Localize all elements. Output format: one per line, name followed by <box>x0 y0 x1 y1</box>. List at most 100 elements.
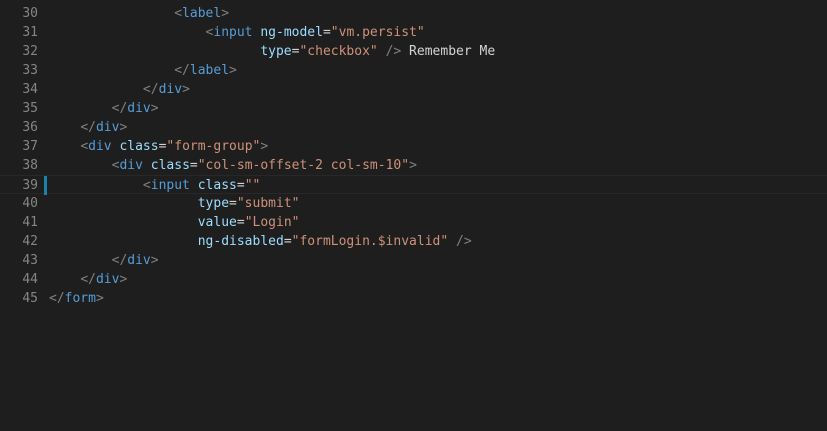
code-text[interactable]: </label> <box>49 61 237 80</box>
code-text[interactable]: </div> <box>49 99 159 118</box>
code-token: "Login" <box>244 215 300 230</box>
line-number: 38 <box>22 158 38 173</box>
code-text[interactable]: </div> <box>49 251 159 270</box>
code-token: div <box>95 120 120 135</box>
code-text[interactable]: ng-disabled="formLogin.$invalid" /> <box>49 232 472 251</box>
code-line[interactable]: 30 <label> <box>0 4 827 23</box>
code-token: class <box>119 139 159 154</box>
code-token: div <box>88 139 112 154</box>
code-text[interactable]: <div class="col-sm-offset-2 col-sm-10"> <box>49 156 417 175</box>
code-line[interactable]: 39 <input class="" <box>0 175 827 195</box>
code-token: = <box>322 25 331 40</box>
code-line[interactable]: 45 </form> <box>0 289 827 308</box>
code-token: > <box>150 253 159 268</box>
code-line[interactable]: 40 type="submit" <box>0 194 827 213</box>
code-text[interactable]: </div> <box>49 80 190 99</box>
code-token: div <box>127 101 151 116</box>
code-token: input <box>213 25 253 40</box>
code-text[interactable]: type="submit" <box>49 194 300 213</box>
code-token: > <box>119 120 128 135</box>
code-token: > <box>182 82 190 97</box>
line-number: 37 <box>22 139 38 154</box>
code-token: form <box>64 291 96 306</box>
code-token: > <box>95 291 104 306</box>
code-text[interactable]: value="Login" <box>49 213 300 232</box>
code-text[interactable]: <input ng-model="vm.persist" <box>49 23 425 42</box>
code-token: /> <box>456 234 472 249</box>
line-number: 45 <box>22 291 38 306</box>
code-text[interactable]: </div> <box>49 118 127 137</box>
code-token: type <box>197 196 230 211</box>
code-editor[interactable]: 30 <label> 31 <input ng-model="vm.persist… <box>0 0 827 431</box>
modified-line-marker <box>44 176 47 195</box>
code-token: div <box>119 158 143 173</box>
code-token: </ <box>174 63 190 78</box>
code-line[interactable]: 38 <div class="col-sm-offset-2 col-sm-10… <box>0 156 827 175</box>
line-number: 43 <box>22 253 38 268</box>
code-text[interactable]: <input class="" <box>49 176 260 195</box>
code-line[interactable]: 32 type="checkbox" /> Remember Me <box>0 42 827 61</box>
code-line[interactable]: 44 </div> <box>0 270 827 289</box>
line-number: 40 <box>22 196 38 211</box>
code-token: class <box>197 178 237 193</box>
line-number: 39 <box>22 178 38 193</box>
line-number: 32 <box>22 44 38 59</box>
code-token: > <box>260 139 269 154</box>
code-token: > <box>221 6 230 21</box>
code-line[interactable]: 42 ng-disabled="formLogin.$invalid" /> <box>0 232 827 251</box>
code-line[interactable]: 41 value="Login" <box>0 213 827 232</box>
code-line[interactable]: 43 </div> <box>0 251 827 270</box>
code-line[interactable]: 34 </div> <box>0 80 827 99</box>
code-token: label <box>189 63 230 78</box>
code-line[interactable]: 31 <input ng-model="vm.persist" <box>0 23 827 42</box>
line-number: 44 <box>22 272 38 287</box>
code-text[interactable]: <div class="form-group"> <box>49 137 268 156</box>
code-token: "checkbox" <box>299 44 378 59</box>
code-token: = <box>189 158 198 173</box>
code-token: </ <box>80 272 96 287</box>
code-token: div <box>127 253 151 268</box>
code-token: div <box>158 82 183 97</box>
code-token: = <box>236 178 245 193</box>
code-token: "formLogin.$invalid" <box>291 234 449 249</box>
code-token: "submit" <box>236 196 300 211</box>
code-line[interactable]: 33 </label> <box>0 61 827 80</box>
code-token: = <box>229 196 237 211</box>
code-token: Remember Me <box>401 44 496 59</box>
code-token: "" <box>244 178 261 193</box>
code-text[interactable]: </div> <box>49 270 127 289</box>
line-number: 30 <box>22 6 38 21</box>
line-number: 34 <box>22 82 38 97</box>
code-line[interactable]: 35 </div> <box>0 99 827 118</box>
code-text[interactable]: type="checkbox" /> Remember Me <box>49 42 495 61</box>
code-token: </ <box>142 82 159 97</box>
code-token: > <box>409 158 417 173</box>
code-token: "form-group" <box>166 139 261 154</box>
code-text[interactable]: </form> <box>49 289 104 308</box>
code-token: </ <box>111 101 128 116</box>
code-token: < <box>80 139 89 154</box>
code-token: div <box>95 272 120 287</box>
code-token: > <box>119 272 128 287</box>
code-token: input <box>150 178 190 193</box>
code-token: < <box>174 6 183 21</box>
code-text[interactable]: <label> <box>49 4 229 23</box>
code-line[interactable]: 37 <div class="form-group"> <box>0 137 827 156</box>
code-token: label <box>182 6 222 21</box>
code-line[interactable]: 36 </div> <box>0 118 827 137</box>
